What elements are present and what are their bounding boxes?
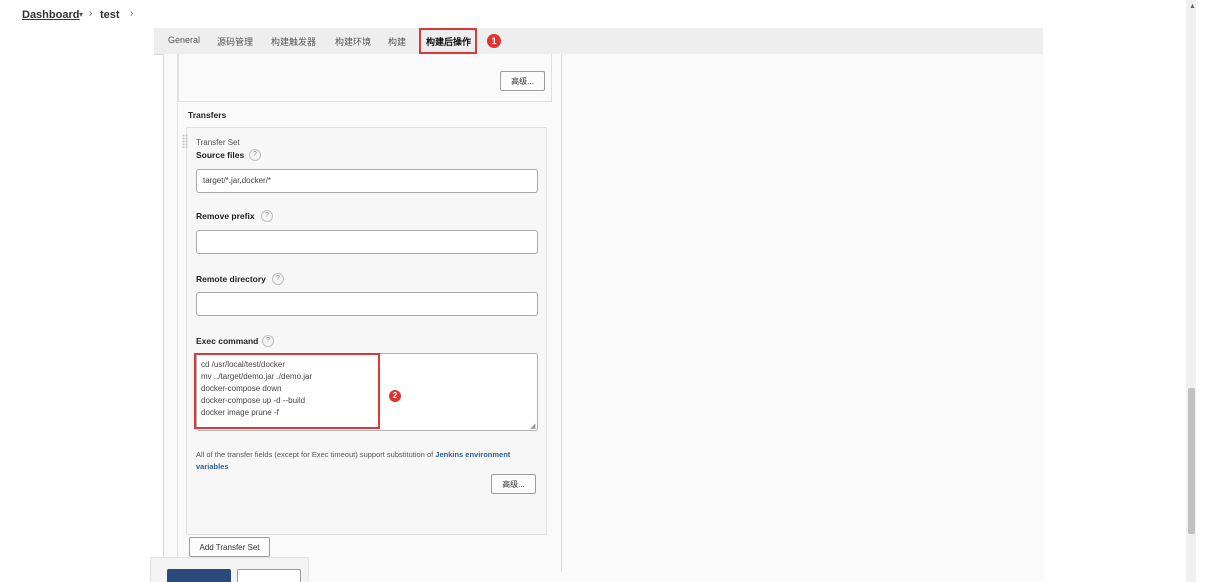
advanced-button[interactable]: 高级... [500, 71, 545, 91]
add-transfer-set-button[interactable]: Add Transfer Set [189, 537, 270, 557]
tab-general[interactable]: General [168, 35, 200, 45]
tab-build[interactable]: 构建 [388, 35, 406, 48]
breadcrumb: Dashboard ▾ › test › [0, 0, 1186, 28]
tab-highlight-annotation [419, 28, 477, 54]
remove-prefix-label: Remove prefix [196, 211, 255, 221]
note-text: All of the transfer fields (except for E… [196, 450, 436, 459]
annotation-badge-1: 1 [487, 34, 501, 48]
transfers-title: Transfers [188, 110, 227, 120]
breadcrumb-separator-icon: › [89, 8, 93, 19]
drag-handle-icon[interactable] [182, 134, 188, 148]
remove-prefix-help-icon[interactable]: ? [261, 210, 273, 222]
publisher-box [178, 54, 552, 102]
tab-source-code[interactable]: 源码管理 [217, 35, 253, 48]
transfer-fields-note: All of the transfer fields (except for E… [196, 449, 526, 473]
exec-command-label: Exec command [196, 336, 259, 346]
remote-directory-help-icon[interactable]: ? [272, 273, 284, 285]
apply-button[interactable] [237, 569, 301, 582]
scroll-up-arrow-icon[interactable]: ▲ [1189, 3, 1196, 10]
command-highlight-annotation [194, 353, 380, 429]
remove-prefix-input[interactable] [196, 230, 538, 254]
source-files-input[interactable]: target/*.jar,docker/* [196, 169, 538, 193]
breadcrumb-dashboard-link[interactable]: Dashboard [22, 9, 79, 21]
remote-directory-input[interactable] [196, 292, 538, 316]
breadcrumb-separator-icon: › [130, 8, 134, 19]
transfer-set-label: Transfer Set [196, 138, 240, 147]
tab-build-environment[interactable]: 构建环境 [335, 35, 371, 48]
source-files-label: Source files [196, 150, 245, 160]
dashboard-dropdown-icon[interactable]: ▾ [79, 10, 83, 19]
exec-command-help-icon[interactable]: ? [262, 335, 274, 347]
annotation-badge-2: 2 [389, 390, 401, 402]
scrollbar-thumb[interactable] [1188, 388, 1195, 534]
save-button[interactable] [167, 569, 231, 582]
breadcrumb-job-link[interactable]: test [100, 9, 120, 21]
remote-directory-label: Remote directory [196, 274, 266, 284]
source-files-help-icon[interactable]: ? [249, 149, 261, 161]
textarea-resize-grip-icon[interactable]: ◢ [530, 422, 535, 430]
section-left-border [177, 54, 178, 572]
transfer-advanced-button[interactable]: 高级... [491, 474, 536, 494]
panel-divider [561, 54, 562, 572]
tab-build-triggers[interactable]: 构建触发器 [271, 35, 316, 48]
